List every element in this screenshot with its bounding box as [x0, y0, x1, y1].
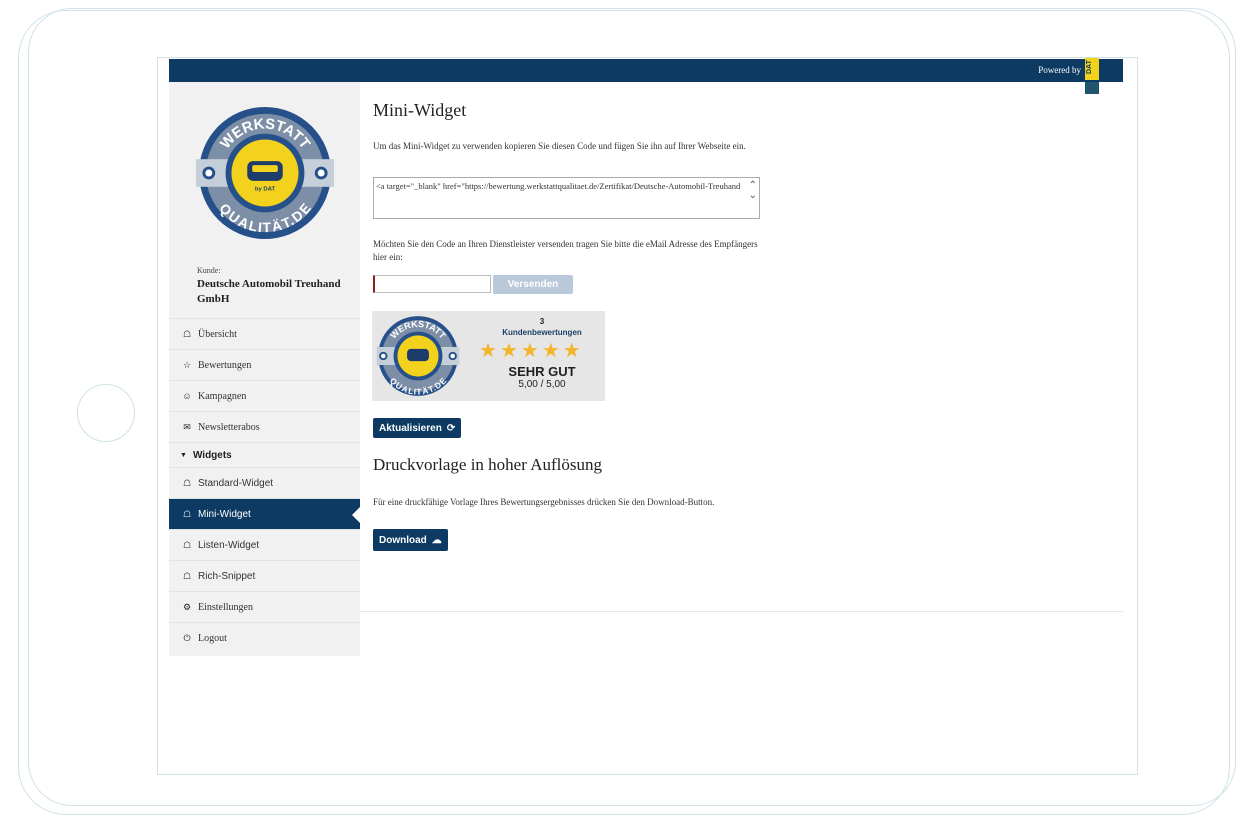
power-icon: ⏻ — [183, 632, 191, 643]
sidebar-item-label: Rich-Snippet — [198, 570, 256, 582]
review-count: 3 — [539, 317, 545, 326]
star-icon: ★ — [479, 340, 497, 362]
content-divider — [360, 611, 1123, 612]
cloud-download-icon: ☁ — [431, 534, 442, 546]
sidebar-item-rich-snippet[interactable]: ☖ Rich-Snippet — [169, 560, 360, 591]
sidebar-item-uebersicht[interactable]: ☖ Übersicht — [169, 318, 360, 349]
sidebar-item-mini-widget[interactable]: ☖ Mini-Widget — [169, 498, 360, 529]
sidebar-item-einstellungen[interactable]: ⚙ Einstellungen — [169, 591, 360, 622]
sidebar-item-label: Logout — [198, 632, 227, 644]
home-icon: ☖ — [182, 328, 192, 339]
home-icon: ☖ — [182, 570, 192, 581]
tablet-home-button — [77, 384, 135, 442]
sidebar-section-label: Widgets — [192, 449, 232, 461]
customer-name: Deutsche Automobil Treuhand GmbH — [197, 278, 341, 305]
dat-logo-text: DAT — [1086, 60, 1093, 74]
sidebar-item-label: Kampagnen — [198, 390, 247, 402]
sidebar-nav: ☖ Übersicht ☆ Bewertungen ☺ Kampagnen ✉ … — [169, 318, 360, 653]
refresh-icon: ⟳ — [446, 422, 456, 434]
rating-word: SEHR GUT — [508, 364, 576, 379]
mini-widget-preview[interactable]: WERKSTATT QUALITÄT.DE 3 Kundenbewertunge… — [372, 311, 605, 401]
textarea-scroll-arrows[interactable]: ⌃ ⌄ — [749, 181, 757, 201]
gear-icon: ⚙ — [182, 601, 192, 612]
customer-label: Kunde: — [197, 266, 221, 275]
refresh-button-label: Aktualisieren — [379, 422, 442, 434]
powered-by-label: Powered by — [1038, 65, 1081, 75]
star-icon: ★ — [499, 340, 518, 362]
main-content: Mini-Widget Um das Mini-Widget zu verwen… — [360, 82, 1123, 656]
sidebar-item-kampagnen[interactable]: ☺ Kampagnen — [169, 380, 360, 411]
instructions-text: Um das Mini-Widget zu verwenden kopieren… — [373, 141, 746, 151]
widget-seal-logo: WERKSTATT QUALITÄT.DE — [376, 316, 460, 397]
sidebar-item-label: Bewertungen — [198, 359, 252, 371]
print-section-title: Druckvorlage in hoher Auflösung — [373, 455, 602, 474]
home-icon: ☖ — [182, 477, 192, 488]
sidebar-item-label: Listen-Widget — [198, 539, 260, 551]
sidebar-item-newsletterabos[interactable]: ✉ Newsletterabos — [169, 411, 360, 442]
top-bar: Powered by DAT — [169, 58, 1123, 94]
sidebar-item-listen-widget[interactable]: ☖ Listen-Widget — [169, 529, 360, 560]
sidebar-item-label: Standard-Widget — [198, 477, 274, 489]
sidebar-item-label: Einstellungen — [198, 601, 253, 613]
code-text: <a target="_blank" href="https://bewertu… — [376, 181, 741, 191]
rating-score: 5,00 / 5,00 — [518, 379, 566, 390]
logo-center-text: by DAT — [255, 187, 276, 193]
sidebar-item-label: Übersicht — [198, 328, 237, 340]
werkstatt-qualitaet-logo: WERKSTATT QUALITÄT.DE by DAT — [196, 106, 334, 240]
download-button[interactable]: Download ☁ — [373, 529, 448, 551]
email-input[interactable] — [373, 275, 491, 293]
sidebar-section-widgets[interactable]: ▼ Widgets — [169, 442, 360, 467]
home-icon: ☖ — [182, 539, 192, 550]
send-instructions-text: Möchten Sie den Code an Ihren Dienstleis… — [373, 239, 758, 262]
star-outline-icon: ☆ — [182, 359, 192, 370]
print-instructions-text: Für eine druckfähige Vorlage Ihres Bewer… — [373, 497, 715, 507]
code-textarea[interactable]: <a target="_blank" href="https://bewertu… — [373, 177, 760, 219]
sidebar-item-standard-widget[interactable]: ☖ Standard-Widget — [169, 467, 360, 498]
sidebar-item-label: Newsletterabos — [198, 421, 260, 433]
sidebar-item-bewertungen[interactable]: ☆ Bewertungen — [169, 349, 360, 380]
refresh-button[interactable]: Aktualisieren ⟳ — [373, 418, 462, 438]
star-rating: ★ ★ ★ ★ ★ — [479, 341, 581, 361]
sidebar: WERKSTATT QUALITÄT.DE by DAT Kunde: Deut… — [169, 82, 360, 656]
envelope-icon: ✉ — [183, 421, 191, 432]
download-button-label: Download — [379, 534, 427, 546]
sidebar-item-logout[interactable]: ⏻ Logout — [169, 622, 360, 653]
home-icon: ☖ — [182, 508, 192, 519]
page-title: Mini-Widget — [373, 100, 467, 120]
sidebar-item-label: Mini-Widget — [198, 508, 251, 520]
caret-down-icon: ▼ — [180, 451, 187, 459]
star-icon: ★ — [520, 340, 539, 362]
star-icon: ★ — [541, 340, 560, 362]
review-label: Kundenbewertungen — [502, 328, 582, 337]
smiley-icon: ☺ — [182, 391, 192, 401]
star-icon: ★ — [562, 340, 581, 362]
send-button[interactable]: Versenden — [493, 275, 573, 294]
